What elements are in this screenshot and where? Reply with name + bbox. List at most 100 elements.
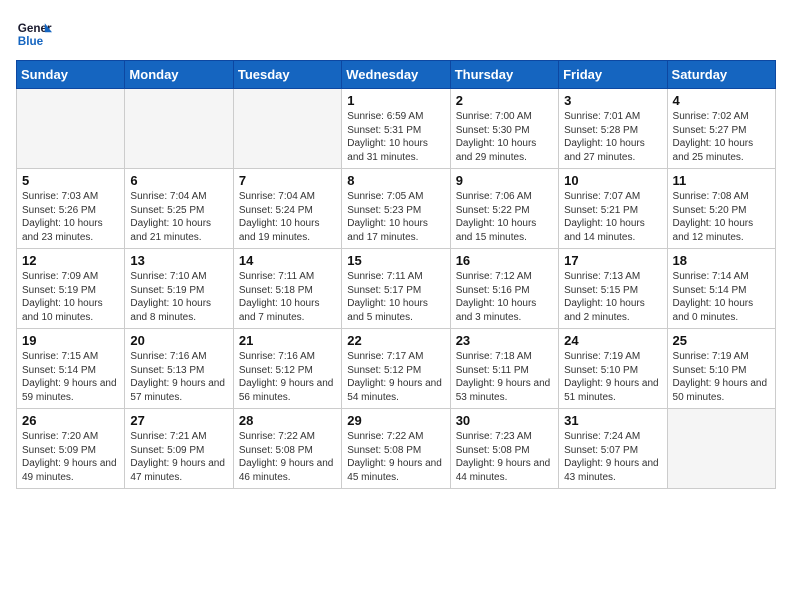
cell-sunset: Sunset: 5:24 PM	[239, 204, 336, 218]
cell-sunset: Sunset: 5:31 PM	[347, 124, 444, 138]
cell-sunrise: Sunrise: 7:10 AM	[130, 270, 227, 284]
calendar-cell: 2 Sunrise: 7:00 AM Sunset: 5:30 PM Dayli…	[450, 89, 558, 169]
calendar-cell: 31 Sunrise: 7:24 AM Sunset: 5:07 PM Dayl…	[559, 409, 667, 489]
day-number: 19	[22, 333, 119, 348]
cell-sunset: Sunset: 5:26 PM	[22, 204, 119, 218]
cell-daylight: Daylight: 10 hours and 17 minutes.	[347, 217, 444, 244]
cell-daylight: Daylight: 10 hours and 19 minutes.	[239, 217, 336, 244]
cell-sunrise: Sunrise: 7:16 AM	[239, 350, 336, 364]
cell-daylight: Daylight: 10 hours and 29 minutes.	[456, 137, 553, 164]
calendar-cell: 26 Sunrise: 7:20 AM Sunset: 5:09 PM Dayl…	[17, 409, 125, 489]
weekday-header-monday: Monday	[125, 61, 233, 89]
day-number: 15	[347, 253, 444, 268]
day-number: 8	[347, 173, 444, 188]
cell-sunrise: Sunrise: 7:01 AM	[564, 110, 661, 124]
calendar-cell: 30 Sunrise: 7:23 AM Sunset: 5:08 PM Dayl…	[450, 409, 558, 489]
calendar-cell: 15 Sunrise: 7:11 AM Sunset: 5:17 PM Dayl…	[342, 249, 450, 329]
cell-sunset: Sunset: 5:22 PM	[456, 204, 553, 218]
day-number: 23	[456, 333, 553, 348]
calendar-cell: 22 Sunrise: 7:17 AM Sunset: 5:12 PM Dayl…	[342, 329, 450, 409]
cell-sunrise: Sunrise: 7:11 AM	[239, 270, 336, 284]
day-number: 2	[456, 93, 553, 108]
calendar-cell: 10 Sunrise: 7:07 AM Sunset: 5:21 PM Dayl…	[559, 169, 667, 249]
calendar-cell: 4 Sunrise: 7:02 AM Sunset: 5:27 PM Dayli…	[667, 89, 775, 169]
day-number: 5	[22, 173, 119, 188]
calendar-cell: 12 Sunrise: 7:09 AM Sunset: 5:19 PM Dayl…	[17, 249, 125, 329]
cell-sunset: Sunset: 5:07 PM	[564, 444, 661, 458]
cell-sunrise: Sunrise: 7:19 AM	[673, 350, 770, 364]
cell-sunrise: Sunrise: 7:19 AM	[564, 350, 661, 364]
cell-daylight: Daylight: 10 hours and 2 minutes.	[564, 297, 661, 324]
weekday-header-row: SundayMondayTuesdayWednesdayThursdayFrid…	[17, 61, 776, 89]
cell-sunset: Sunset: 5:10 PM	[673, 364, 770, 378]
logo-icon: General Blue	[16, 16, 52, 52]
day-number: 11	[673, 173, 770, 188]
cell-sunset: Sunset: 5:09 PM	[22, 444, 119, 458]
calendar-cell: 11 Sunrise: 7:08 AM Sunset: 5:20 PM Dayl…	[667, 169, 775, 249]
cell-sunrise: Sunrise: 7:24 AM	[564, 430, 661, 444]
cell-sunset: Sunset: 5:08 PM	[456, 444, 553, 458]
cell-sunrise: Sunrise: 7:17 AM	[347, 350, 444, 364]
calendar-cell: 16 Sunrise: 7:12 AM Sunset: 5:16 PM Dayl…	[450, 249, 558, 329]
cell-daylight: Daylight: 10 hours and 23 minutes.	[22, 217, 119, 244]
day-number: 3	[564, 93, 661, 108]
cell-sunset: Sunset: 5:10 PM	[564, 364, 661, 378]
day-number: 12	[22, 253, 119, 268]
cell-sunset: Sunset: 5:12 PM	[239, 364, 336, 378]
calendar-cell: 20 Sunrise: 7:16 AM Sunset: 5:13 PM Dayl…	[125, 329, 233, 409]
page-header: General Blue	[16, 16, 776, 52]
cell-sunset: Sunset: 5:13 PM	[130, 364, 227, 378]
cell-daylight: Daylight: 9 hours and 49 minutes.	[22, 457, 119, 484]
cell-daylight: Daylight: 9 hours and 53 minutes.	[456, 377, 553, 404]
cell-sunrise: Sunrise: 7:23 AM	[456, 430, 553, 444]
week-row-1: 1 Sunrise: 6:59 AM Sunset: 5:31 PM Dayli…	[17, 89, 776, 169]
day-number: 4	[673, 93, 770, 108]
cell-sunrise: Sunrise: 7:21 AM	[130, 430, 227, 444]
day-number: 30	[456, 413, 553, 428]
calendar-cell: 17 Sunrise: 7:13 AM Sunset: 5:15 PM Dayl…	[559, 249, 667, 329]
cell-sunset: Sunset: 5:25 PM	[130, 204, 227, 218]
cell-daylight: Daylight: 10 hours and 21 minutes.	[130, 217, 227, 244]
cell-daylight: Daylight: 10 hours and 3 minutes.	[456, 297, 553, 324]
calendar-cell: 24 Sunrise: 7:19 AM Sunset: 5:10 PM Dayl…	[559, 329, 667, 409]
cell-sunset: Sunset: 5:14 PM	[22, 364, 119, 378]
day-number: 31	[564, 413, 661, 428]
day-number: 6	[130, 173, 227, 188]
week-row-5: 26 Sunrise: 7:20 AM Sunset: 5:09 PM Dayl…	[17, 409, 776, 489]
day-number: 24	[564, 333, 661, 348]
cell-sunset: Sunset: 5:18 PM	[239, 284, 336, 298]
calendar-cell: 13 Sunrise: 7:10 AM Sunset: 5:19 PM Dayl…	[125, 249, 233, 329]
day-number: 17	[564, 253, 661, 268]
calendar-cell: 1 Sunrise: 6:59 AM Sunset: 5:31 PM Dayli…	[342, 89, 450, 169]
cell-daylight: Daylight: 10 hours and 10 minutes.	[22, 297, 119, 324]
cell-sunset: Sunset: 5:14 PM	[673, 284, 770, 298]
week-row-4: 19 Sunrise: 7:15 AM Sunset: 5:14 PM Dayl…	[17, 329, 776, 409]
day-number: 22	[347, 333, 444, 348]
cell-daylight: Daylight: 9 hours and 43 minutes.	[564, 457, 661, 484]
svg-text:Blue: Blue	[18, 35, 44, 48]
day-number: 13	[130, 253, 227, 268]
calendar-cell: 19 Sunrise: 7:15 AM Sunset: 5:14 PM Dayl…	[17, 329, 125, 409]
cell-sunrise: Sunrise: 7:04 AM	[130, 190, 227, 204]
day-number: 28	[239, 413, 336, 428]
cell-sunset: Sunset: 5:30 PM	[456, 124, 553, 138]
cell-sunrise: Sunrise: 7:05 AM	[347, 190, 444, 204]
cell-daylight: Daylight: 9 hours and 57 minutes.	[130, 377, 227, 404]
cell-sunset: Sunset: 5:08 PM	[347, 444, 444, 458]
cell-sunset: Sunset: 5:21 PM	[564, 204, 661, 218]
cell-daylight: Daylight: 10 hours and 7 minutes.	[239, 297, 336, 324]
cell-sunrise: Sunrise: 7:15 AM	[22, 350, 119, 364]
day-number: 29	[347, 413, 444, 428]
cell-sunset: Sunset: 5:16 PM	[456, 284, 553, 298]
cell-sunrise: Sunrise: 7:22 AM	[347, 430, 444, 444]
calendar-cell: 18 Sunrise: 7:14 AM Sunset: 5:14 PM Dayl…	[667, 249, 775, 329]
cell-sunrise: Sunrise: 7:18 AM	[456, 350, 553, 364]
calendar-cell: 28 Sunrise: 7:22 AM Sunset: 5:08 PM Dayl…	[233, 409, 341, 489]
cell-daylight: Daylight: 10 hours and 31 minutes.	[347, 137, 444, 164]
weekday-header-tuesday: Tuesday	[233, 61, 341, 89]
cell-daylight: Daylight: 10 hours and 15 minutes.	[456, 217, 553, 244]
cell-sunset: Sunset: 5:11 PM	[456, 364, 553, 378]
cell-daylight: Daylight: 10 hours and 14 minutes.	[564, 217, 661, 244]
week-row-2: 5 Sunrise: 7:03 AM Sunset: 5:26 PM Dayli…	[17, 169, 776, 249]
cell-daylight: Daylight: 10 hours and 25 minutes.	[673, 137, 770, 164]
